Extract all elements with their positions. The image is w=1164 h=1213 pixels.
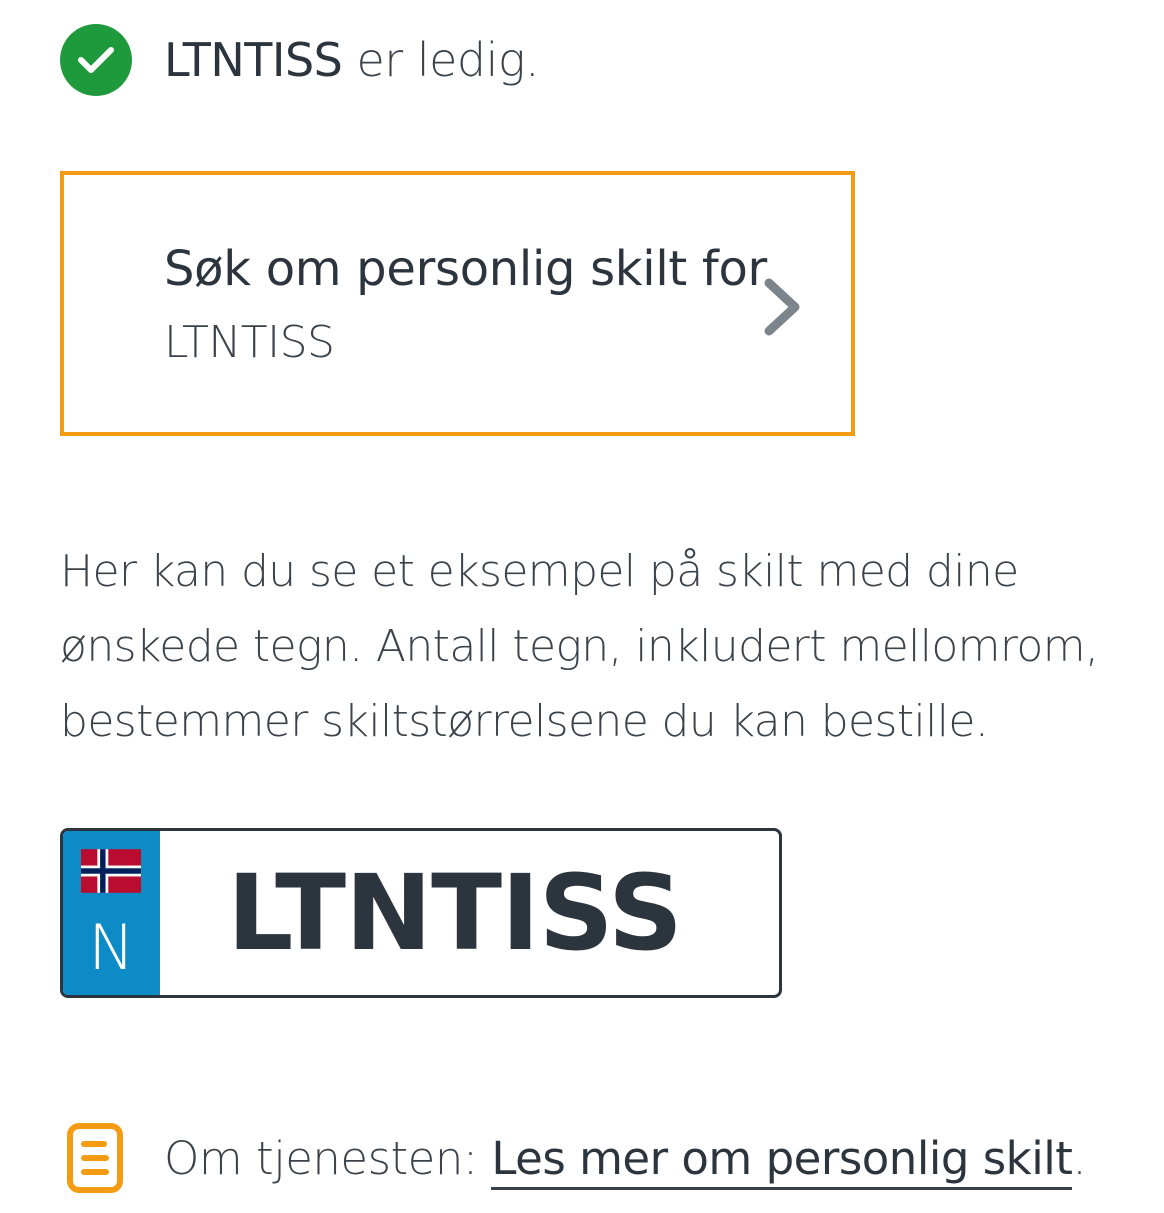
- plate-characters: LTNTISS: [227, 852, 683, 974]
- chevron-right-icon: [764, 278, 800, 336]
- info-suffix: .: [1072, 1131, 1087, 1185]
- read-more-link[interactable]: Les mer om personlig skilt: [491, 1131, 1073, 1190]
- status-suffix: er ledig.: [342, 33, 540, 87]
- apply-card-subtitle: LTNTISS: [164, 317, 335, 368]
- apply-personal-plate-button[interactable]: Søk om personlig skilt for LTNTISS: [60, 171, 855, 436]
- status-plate-name: LTNTISS: [164, 33, 343, 87]
- service-info: Om tjenesten: Les mer om personlig skilt…: [66, 1122, 1087, 1194]
- check-circle-icon: [60, 24, 132, 96]
- plate-country-code: N: [88, 911, 135, 984]
- availability-status: LTNTISS er ledig.: [60, 24, 540, 96]
- info-prefix: Om tjenesten:: [164, 1131, 492, 1185]
- apply-card-title: Søk om personlig skilt for: [164, 241, 767, 297]
- license-plate-preview: N LTNTISS: [60, 828, 782, 998]
- document-icon: [67, 1123, 123, 1193]
- service-info-text: Om tjenesten: Les mer om personlig skilt…: [164, 1131, 1087, 1190]
- plate-country-band: N: [63, 831, 160, 995]
- norway-flag-icon: [81, 849, 141, 893]
- status-message: LTNTISS er ledig.: [164, 33, 540, 87]
- plate-preview-description: Her kan du se et eksempel på skilt med d…: [60, 546, 1099, 747]
